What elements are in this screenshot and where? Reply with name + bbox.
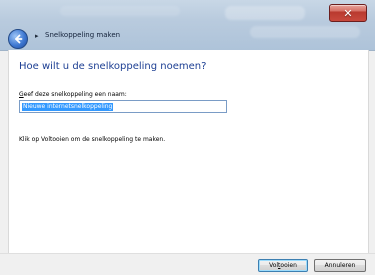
page-heading: Hoe wilt u de snelkoppeling noemen?: [19, 61, 207, 72]
dialog-title: Snelkoppeling maken: [45, 31, 121, 39]
name-field-label: Geef deze snelkoppeling een naam:: [19, 91, 127, 98]
title-bar: ✕ ▸ Snelkoppeling maken: [0, 0, 375, 51]
close-button[interactable]: ✕: [329, 4, 367, 22]
finish-label-end: ooien: [280, 262, 297, 269]
cancel-button[interactable]: Annuleren: [314, 259, 366, 272]
shortcut-name-input[interactable]: Nieuwe internetsnelkoppeling: [19, 100, 227, 113]
wizard-window: ✕ ▸ Snelkoppeling maken Hoe wilt u de sn…: [0, 0, 375, 275]
background-window-blur: [60, 6, 180, 16]
background-window-blur: [250, 26, 360, 38]
finish-button[interactable]: Vol t ooien: [258, 259, 308, 272]
back-arrow-icon: [13, 34, 23, 44]
instruction-text: Klik op Voltooien om de snelkoppeling te…: [19, 136, 166, 143]
footer-bar: Vol t ooien Annuleren: [0, 253, 375, 275]
shortcut-name-value: Nieuwe internetsnelkoppeling: [22, 102, 114, 111]
back-button[interactable]: [8, 29, 28, 49]
finish-label-start: Vol: [269, 262, 279, 269]
breadcrumb-separator-icon: ▸: [35, 32, 39, 40]
name-field-label-text: eef deze snelkoppeling een naam:: [23, 91, 127, 98]
close-icon: ✕: [343, 6, 353, 20]
background-window-blur: [225, 6, 305, 20]
wizard-content: Hoe wilt u de snelkoppeling noemen? Geef…: [8, 50, 369, 253]
